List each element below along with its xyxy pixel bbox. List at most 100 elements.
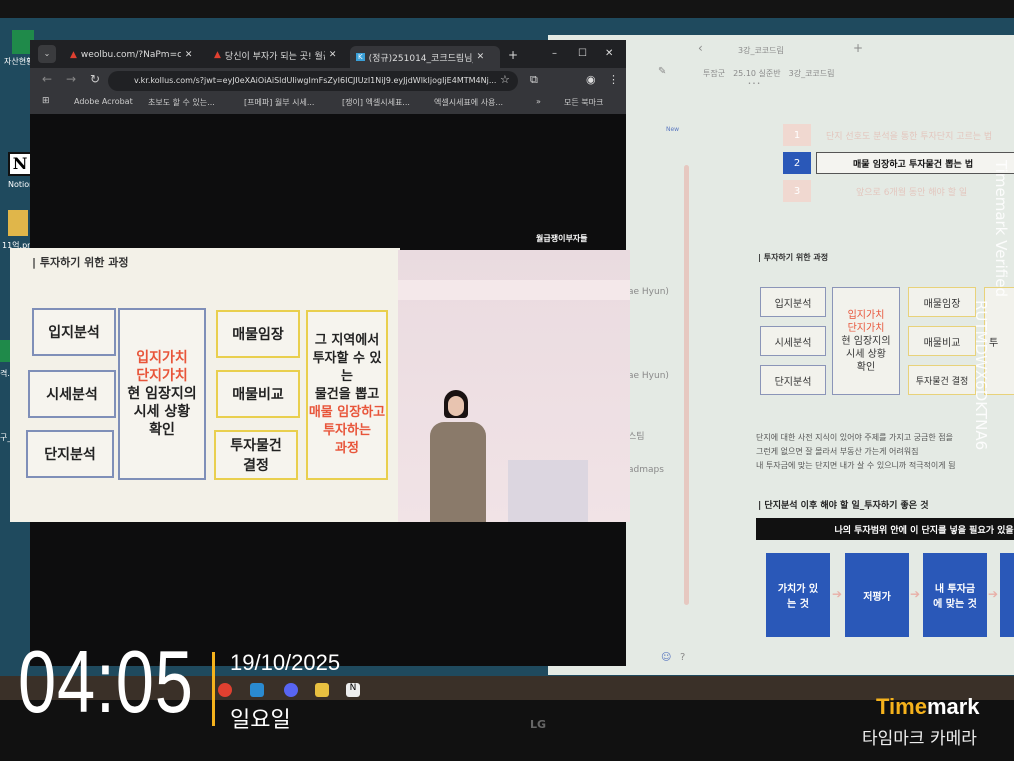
diagram-box: 투자물건 결정 (908, 365, 976, 395)
monitor-logo: LG (530, 718, 547, 731)
bookmark-item[interactable]: Adobe Acrobat (74, 97, 133, 106)
bookmark-star-icon[interactable]: ☆ (500, 73, 510, 86)
breadcrumb-item[interactable]: 투잡군 (703, 68, 725, 79)
slide-text: 투자할 수 있는 (312, 351, 382, 384)
bookmark-item[interactable]: 초보도 할 수 있는... (148, 97, 215, 108)
profile-icon[interactable]: ◉ (586, 73, 596, 86)
help-icon[interactable]: ? (680, 652, 685, 663)
notion-tab-title[interactable]: 3강_코코드림 (738, 45, 784, 56)
slide-box: 투자물건 결정 (214, 430, 298, 480)
breadcrumb-item[interactable]: 25.10 실준반 (733, 68, 781, 79)
all-bookmarks-folder[interactable]: 모든 북마크 (564, 97, 603, 108)
new-tab-button[interactable]: + (508, 48, 518, 62)
folder-icon[interactable] (315, 683, 329, 697)
timemark-subtitle: 타임마크 카메라 (862, 729, 977, 749)
flow-box: 가치가 있는 것 (766, 553, 830, 637)
slide-text: 과정 (335, 441, 359, 456)
bookmark-item[interactable]: 엑셀시세표에 사용... (434, 97, 503, 108)
back-icon[interactable]: ‹ (698, 41, 703, 55)
note-line: 내 투자금에 맞는 단지면 내가 살 수 있으니까 적극적이게 됨 (756, 461, 956, 470)
sidebar-item[interactable]: ae Hyun) (628, 287, 669, 297)
sidebar-item[interactable]: ae Hyun) (628, 371, 669, 381)
new-badge: New (666, 126, 680, 133)
arrow-icon: ➔ (832, 587, 843, 601)
slide-text: 매물 임장하고 (308, 405, 386, 420)
image-file-icon[interactable] (8, 210, 28, 236)
notion-icon[interactable]: N (346, 683, 360, 697)
ai-icon[interactable]: ☺ (661, 652, 671, 663)
notes: 단지에 대한 사전 지식이 있어야 주제를 가지고 궁금한 점을 그런게 없으면… (756, 431, 956, 473)
close-icon[interactable]: ✕ (329, 50, 337, 60)
close-window-button[interactable]: ✕ (605, 48, 613, 59)
toc-item[interactable]: 매물 임장하고 투자물건 뽑는 법 (816, 152, 1014, 174)
back-icon[interactable]: ← (42, 72, 52, 86)
slide-text: 물건을 뽑고 (314, 387, 380, 402)
more-icon[interactable]: • • • (748, 81, 760, 87)
slide-text: 시세 상황 (133, 404, 191, 420)
diagram-box: 매물임장 (908, 287, 976, 317)
arrow-icon: ➔ (988, 587, 999, 601)
browser-tab[interactable]: ▲weolbu.com/?NaPm=ct%3D✕ (64, 44, 204, 66)
slide-box: 입지가치 단지가치 현 임장지의 시세 상황 확인 (118, 308, 206, 480)
slide-box: 시세분석 (28, 370, 116, 418)
scrollbar[interactable] (684, 165, 689, 605)
chrome-icon[interactable] (218, 683, 232, 697)
diagram-box: 단지분석 (760, 365, 826, 395)
sidebar-item[interactable]: admaps (628, 465, 664, 475)
sidebar-item[interactable]: 스팀 (628, 429, 645, 442)
bookmark-item[interactable]: [쟁이] 엑셀시세표... (342, 97, 410, 108)
bookmarks-more[interactable]: » (536, 97, 541, 106)
verification-code: RUTMDWX6DKTNA6 (972, 300, 990, 451)
section-heading: | 단지분석 이후 해야 할 일_투자하기 좋은 것 (758, 501, 929, 511)
timestamp-date: 19/10/2025 (230, 650, 341, 675)
diagram-text: 확인 (856, 361, 876, 373)
edit-icon[interactable]: ✎ (658, 66, 666, 77)
note-line: 그런게 없으면 잘 몰라서 부동산 가는게 어려워짐 (756, 447, 919, 456)
diagram-text: 단지가치 (847, 322, 885, 334)
diagram-box: 입지가치 단지가치 현 임장지의 시세 상황 확인 (832, 287, 900, 395)
url-bar[interactable]: v.kr.kollus.com/s?jwt=eyJ0eXAiOiAiSldUIi… (108, 71, 518, 91)
maximize-button[interactable]: ☐ (578, 48, 587, 59)
slide-text: 현 임장지의 (127, 386, 197, 402)
lecture-slide[interactable]: | 투자하기 위한 과정 입지분석 시세분석 단지분석 입지가치 단지가치 현 … (10, 248, 400, 522)
tab-label: weolbu.com/?NaPm=ct%3D (80, 50, 181, 60)
presenter-video[interactable] (398, 250, 630, 522)
discord-icon[interactable] (284, 683, 298, 697)
presenter-body (430, 422, 486, 522)
slide-text: 확인 (149, 422, 175, 438)
toc-item[interactable]: 단지 선호도 분석을 통한 투자단지 고르는 법 (816, 124, 1014, 146)
minimize-button[interactable]: – (552, 48, 557, 59)
timestamp-weekday: 일요일 (230, 708, 291, 733)
extensions-icon[interactable]: ⧉ (530, 73, 538, 87)
bookmark-item[interactable]: [프메파] 월부 시세... (244, 97, 314, 108)
flow-box: 저평가 (845, 553, 909, 637)
slide-text: 그 지역에서 (314, 333, 380, 348)
diagram-text: 시세 상황 (846, 348, 886, 360)
timemark-logo: Timemark (876, 694, 980, 719)
tab-label: 당신이 부자가 되는 곳! 월급 (224, 51, 325, 62)
notion-app-icon[interactable]: N (8, 152, 32, 176)
flow-box (1000, 553, 1014, 637)
note-line: 단지에 대한 사전 지식이 있어야 주제를 가지고 궁금한 점을 (756, 433, 953, 442)
forward-icon[interactable]: → (66, 72, 76, 86)
slide-text: 입지가치 (136, 350, 188, 366)
slide-text: 투자하는 (323, 423, 371, 438)
toc-number: 1 (783, 124, 811, 146)
close-icon[interactable]: ✕ (477, 52, 485, 62)
toc-item[interactable]: 앞으로 6개월 동안 해야 할 일 (816, 180, 1014, 202)
breadcrumb-item[interactable]: 3강_코코드림 (789, 68, 835, 79)
app-icon[interactable] (250, 683, 264, 697)
presenter-face (448, 396, 464, 416)
tab-search-icon[interactable]: ⌄ (38, 45, 56, 63)
apps-icon[interactable]: ⊞ (42, 96, 50, 106)
diagram-box: 매물비교 (908, 326, 976, 356)
browser-tab[interactable]: ▲ 당신이 부자가 되는 곳! 월급 ✕ (208, 44, 348, 66)
browser-tab-active[interactable]: K(정규)251014_코크드림님_럼✕ (350, 46, 500, 68)
menu-icon[interactable]: ⋮ (608, 73, 619, 86)
new-tab-icon[interactable]: + (853, 41, 863, 55)
toc-number: 2 (783, 152, 811, 174)
close-icon[interactable]: ✕ (185, 50, 193, 60)
diagram-box: 시세분석 (760, 326, 826, 356)
reload-icon[interactable]: ↻ (90, 72, 100, 86)
accent-divider (212, 652, 215, 726)
